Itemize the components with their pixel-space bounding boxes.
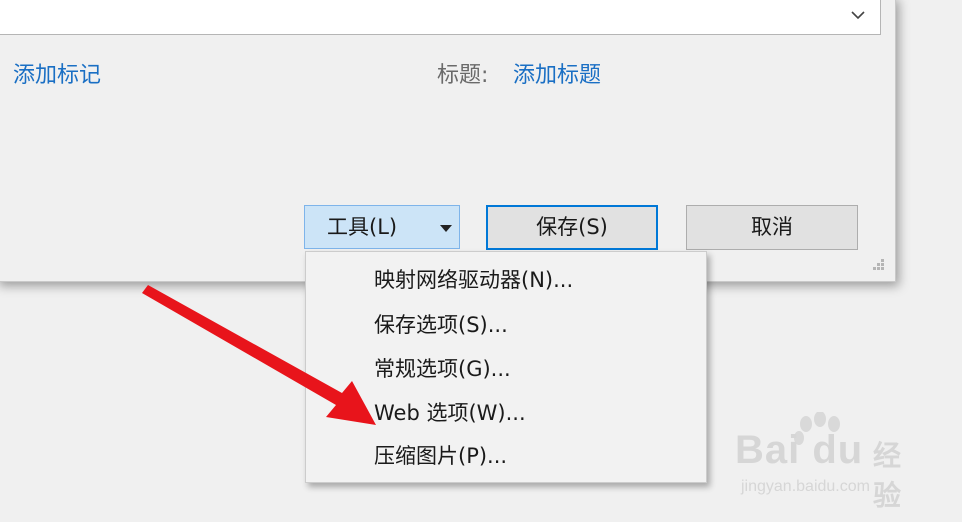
menu-item-general-options[interactable]: 常规选项(G)... [374, 353, 511, 383]
save-button[interactable]: 保存(S) [486, 205, 658, 250]
tools-dropdown-button[interactable]: 工具(L) [304, 205, 460, 249]
chevron-down-icon[interactable] [850, 7, 866, 23]
title-label: 标题: [437, 63, 489, 88]
baidu-watermark: Bai du 经验 jingyan.baidu.com [735, 412, 925, 512]
cancel-button[interactable]: 取消 [686, 205, 858, 250]
dropdown-caret-icon [440, 225, 452, 232]
tools-button-label: 工具(L) [327, 215, 398, 239]
menu-item-map-network-drive[interactable]: 映射网络驱动器(N)... [374, 264, 573, 294]
watermark-url: jingyan.baidu.com [741, 478, 870, 495]
resize-grip-icon[interactable] [869, 255, 887, 273]
filename-combobox[interactable] [0, 0, 881, 35]
add-title-link[interactable]: 添加标题 [513, 57, 601, 89]
add-tag-link[interactable]: 添加标记 [13, 57, 101, 89]
menu-item-web-options[interactable]: Web 选项(W)... [374, 397, 526, 427]
menu-item-save-options[interactable]: 保存选项(S)... [374, 309, 508, 339]
watermark-brand-cn: 经验 [873, 439, 902, 512]
red-arrow-annotation [142, 285, 376, 425]
watermark-brand: Bai du [735, 428, 864, 472]
menu-item-compress-pictures[interactable]: 压缩图片(P)... [374, 440, 507, 470]
